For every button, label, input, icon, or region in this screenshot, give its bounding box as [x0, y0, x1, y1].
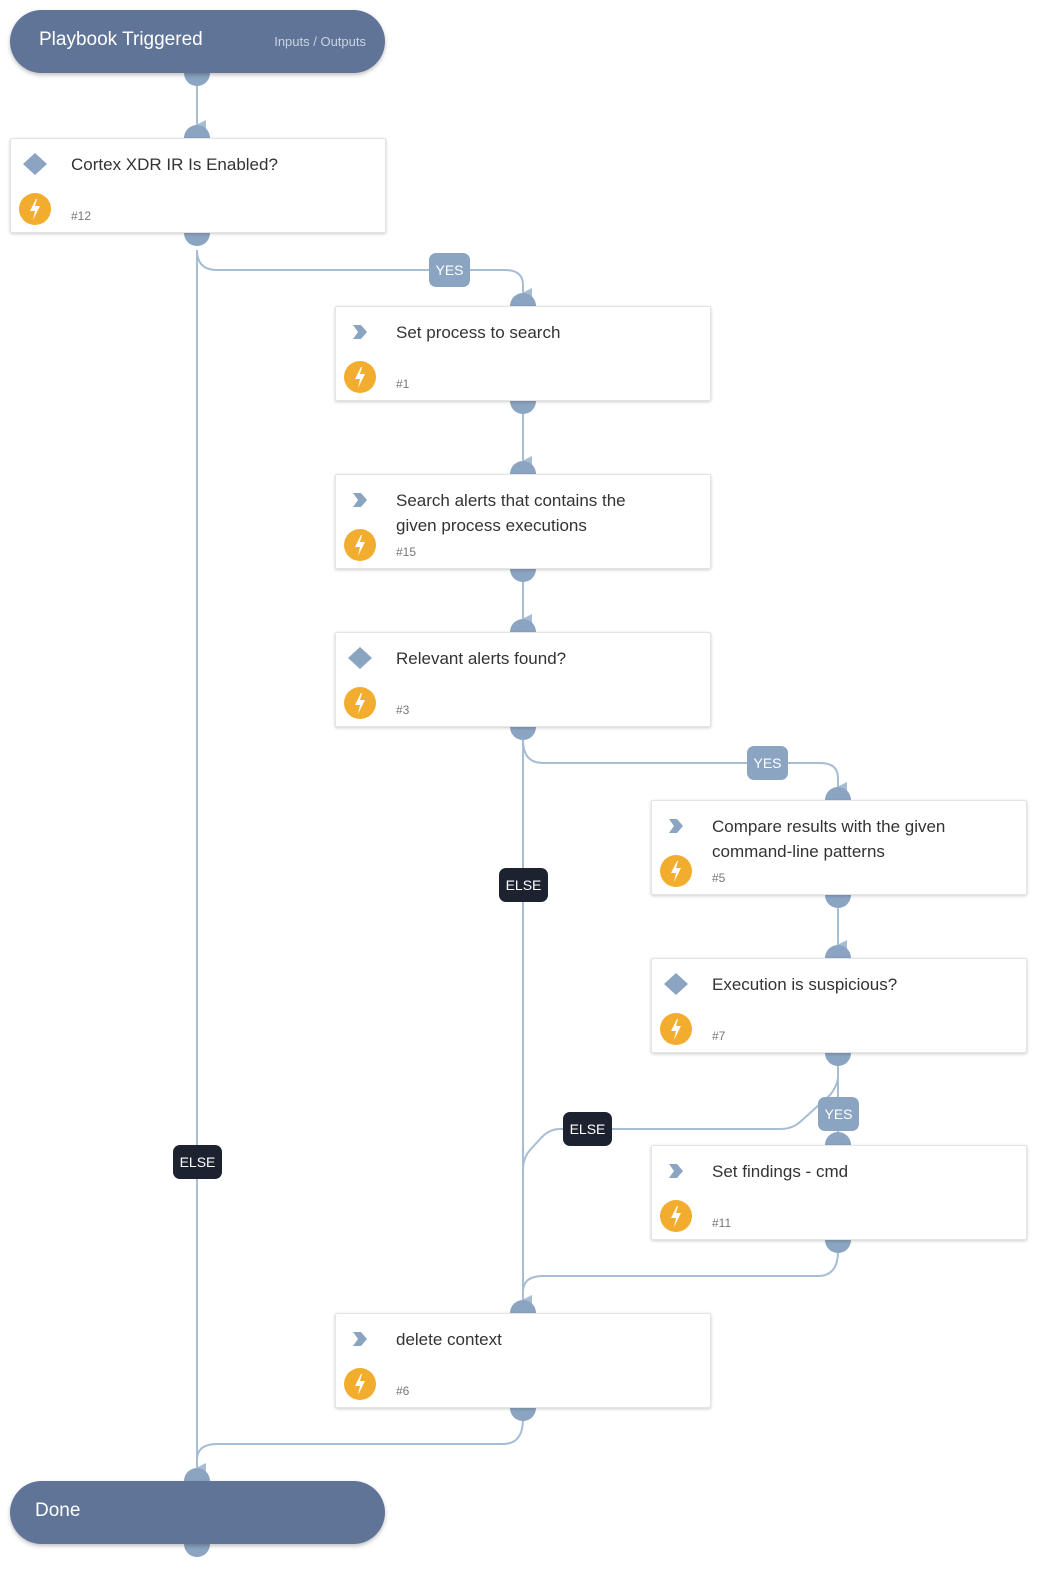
action-chevron-icon [669, 819, 683, 833]
task-delete-context[interactable]: delete context #6 [335, 1313, 711, 1408]
edge-t6-to-done [196, 1418, 524, 1461]
task-id: #15 [396, 545, 417, 559]
task-compare-results[interactable]: Compare results with the given command-l… [651, 800, 1027, 895]
edge-label-yes[interactable]: YES [429, 253, 470, 287]
task-execution-is-suspicious[interactable]: Execution is suspicious? #7 [651, 958, 1027, 1053]
automation-bolt-icon [344, 529, 376, 561]
task-title: Search alerts that contains the given pr… [396, 491, 626, 535]
task-title: Set findings - cmd [712, 1162, 849, 1181]
end-title: Done [35, 1500, 81, 1521]
task-id: #7 [712, 1029, 726, 1043]
action-chevron-icon [669, 1164, 683, 1178]
task-title: Execution is suspicious? [712, 975, 898, 994]
task-title: Compare results with the given command-l… [712, 817, 946, 861]
task-relevant-alerts-found[interactable]: Relevant alerts found? #3 [335, 632, 711, 727]
task-title: Relevant alerts found? [396, 649, 567, 668]
task-search-alerts[interactable]: Search alerts that contains the given pr… [335, 474, 711, 569]
edge-t12-yes-to-t1 [196, 249, 532, 298]
action-chevron-icon [353, 493, 367, 507]
condition-diamond-icon [23, 153, 47, 175]
automation-bolt-icon [660, 1013, 692, 1045]
task-title: delete context [396, 1330, 502, 1349]
automation-bolt-icon [344, 687, 376, 719]
task-id: #3 [396, 703, 410, 717]
done-node[interactable]: Done [10, 1481, 385, 1544]
automation-bolt-icon [344, 361, 376, 393]
edge-label-yes[interactable]: YES [747, 746, 788, 780]
automation-bolt-icon [660, 1200, 692, 1232]
automation-bolt-icon [19, 193, 51, 225]
playbook-triggered-node[interactable]: Playbook Triggered Inputs / Outputs [10, 10, 385, 73]
condition-diamond-icon [348, 647, 372, 669]
task-set-findings-cmd[interactable]: Set findings - cmd #11 [651, 1145, 1027, 1240]
action-chevron-icon [353, 1332, 367, 1346]
task-id: #6 [396, 1384, 410, 1398]
automation-bolt-icon [344, 1368, 376, 1400]
task-id: #11 [712, 1216, 732, 1230]
action-chevron-icon [353, 325, 367, 339]
condition-diamond-icon [664, 973, 688, 995]
automation-bolt-icon [660, 855, 692, 887]
task-title: Set process to search [396, 323, 561, 342]
task-cortex-xdr-ir-enabled[interactable]: Cortex XDR IR Is Enabled? #12 [10, 138, 386, 233]
task-id: #5 [712, 871, 726, 885]
task-set-process-to-search[interactable]: Set process to search #1 [335, 306, 711, 401]
edge-t3-yes-to-t5 [522, 739, 847, 792]
task-id: #12 [71, 209, 92, 223]
edge-label-else[interactable]: ELSE [563, 1112, 612, 1146]
edge-label-else[interactable]: ELSE [499, 868, 548, 902]
edge-label-yes[interactable]: YES [818, 1097, 859, 1131]
start-title: Playbook Triggered [39, 29, 203, 50]
task-id: #1 [396, 377, 410, 391]
edge-label-else[interactable]: ELSE [173, 1145, 222, 1179]
task-title: Cortex XDR IR Is Enabled? [71, 155, 278, 174]
edge-t11-to-t6 [522, 1250, 839, 1293]
inputs-outputs-link[interactable]: Inputs / Outputs [274, 34, 366, 49]
